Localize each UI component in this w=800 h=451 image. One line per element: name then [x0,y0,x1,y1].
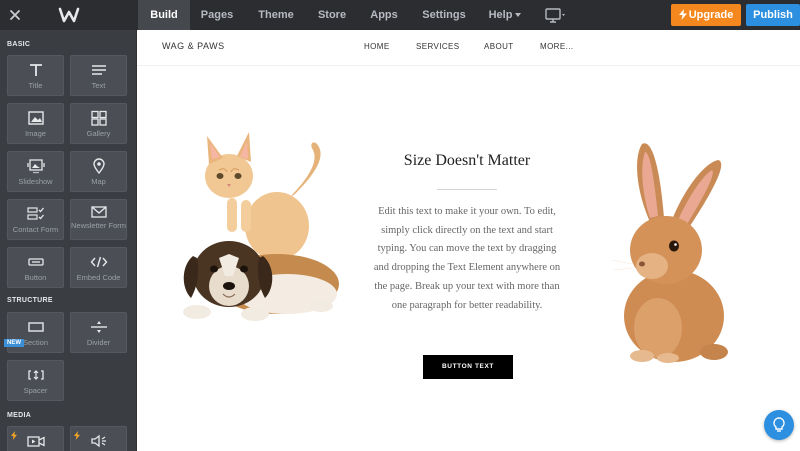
spacer-icon [27,370,44,380]
upgrade-button[interactable]: Upgrade [671,4,741,26]
gallery-icon [90,110,107,126]
site-nav-more[interactable]: MORE... [540,42,573,51]
section-label-basic: BASIC [7,41,31,48]
element-newsletter-form[interactable]: Newsletter Form [70,199,127,240]
element-embed-code[interactable]: Embed Code [70,247,127,288]
lightning-icon [11,431,17,440]
element-label: Gallery [86,129,111,138]
bunny-image[interactable] [602,138,738,363]
site-nav-home[interactable]: HOME [364,42,390,51]
tab-help[interactable]: Help [484,0,526,30]
hero-button[interactable]: BUTTON TEXT [423,355,513,379]
chevron-down-icon [515,13,522,18]
lightning-icon [74,431,80,440]
tab-apps[interactable]: Apps [362,0,406,30]
element-label: Contact Form [12,225,59,234]
tab-build[interactable]: Build [138,0,190,30]
element-text[interactable]: Text [70,55,127,96]
title-icon [29,64,42,76]
lightning-icon [678,9,687,20]
site-title[interactable]: WAG & PAWS [162,41,225,51]
top-bar: Build Pages Theme Store Apps Settings He… [0,0,800,30]
hero-title[interactable]: Size Doesn't Matter [367,152,567,170]
element-divider[interactable]: Divider [70,312,127,353]
contact-form-icon [26,207,44,220]
section-label-media: MEDIA [7,412,32,419]
map-pin-icon [92,158,105,174]
section-label-structure: STRUCTURE [7,297,53,304]
element-title[interactable]: Title [7,55,64,96]
hero-divider [437,189,497,190]
help-button[interactable] [764,410,794,440]
divider-icon [90,321,107,333]
element-label: Image [25,129,46,138]
close-icon[interactable] [6,6,24,24]
kitten-puppy-image[interactable] [167,126,347,326]
element-label: Slideshow [18,177,53,186]
desktop-device-icon[interactable] [545,6,567,24]
element-gallery[interactable]: Gallery [70,103,127,144]
image-icon [27,111,44,125]
element-contact-form[interactable]: Contact Form [7,199,64,240]
hero-body-text[interactable]: Edit this text to make it your own. To e… [373,203,561,315]
code-icon [90,256,107,268]
element-spacer[interactable]: Spacer [7,360,64,401]
tab-settings[interactable]: Settings [416,0,472,30]
element-label: Spacer [23,386,48,395]
element-audio[interactable] [70,426,127,451]
element-label: Embed Code [76,273,121,282]
video-icon [26,436,45,447]
text-icon [91,65,106,75]
audio-icon [90,434,106,448]
element-label: Map [91,177,106,186]
slideshow-icon [26,159,45,174]
tab-help-label: Help [488,9,513,21]
element-map[interactable]: Map [70,151,127,192]
upgrade-label: Upgrade [688,9,734,21]
element-label: Text [91,81,106,90]
element-image[interactable]: Image [7,103,64,144]
envelope-icon [90,206,107,218]
element-label: Title [28,81,43,90]
section-icon [27,322,44,332]
element-button[interactable]: Button [7,247,64,288]
element-label: Newsletter Form [71,221,127,230]
new-badge: NEW [4,339,24,347]
site-nav-services[interactable]: SERVICES [416,42,460,51]
element-label: Button [24,273,47,282]
site-canvas[interactable]: WAG & PAWS HOME SERVICES ABOUT MORE... S… [137,30,800,451]
site-header: WAG & PAWS HOME SERVICES ABOUT MORE... [137,30,800,66]
tab-store[interactable]: Store [310,0,354,30]
tab-pages[interactable]: Pages [193,0,241,30]
element-slideshow[interactable]: Slideshow [7,151,64,192]
publish-button[interactable]: Publish [746,4,800,26]
tab-theme[interactable]: Theme [250,0,302,30]
button-icon [27,258,44,266]
weebly-logo-icon[interactable] [58,5,80,25]
elements-sidebar: BASIC Title Text Image Gallery Slideshow… [0,30,136,451]
site-nav-about[interactable]: ABOUT [484,42,514,51]
element-video[interactable] [7,426,64,451]
lightbulb-icon [773,417,785,432]
element-label: Divider [86,338,111,347]
